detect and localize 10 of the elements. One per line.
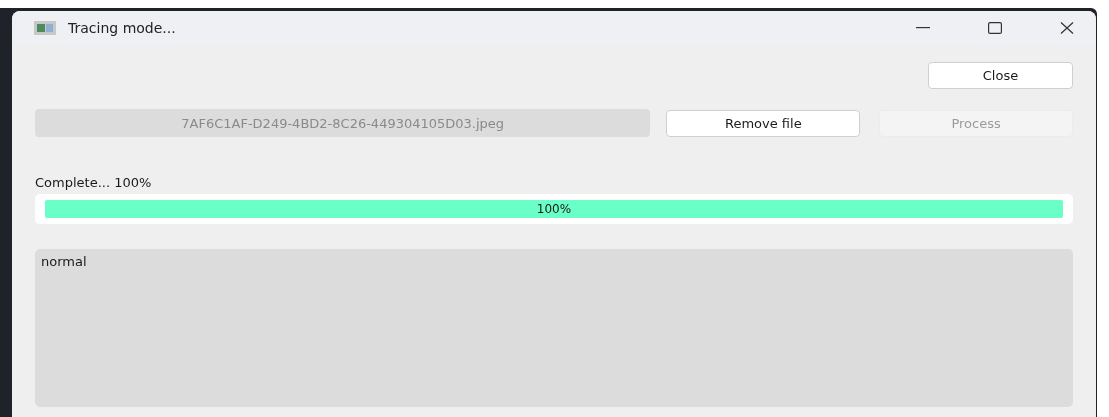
output-text: normal	[41, 254, 87, 269]
status-text: Complete... 100%	[35, 175, 152, 190]
progress-reading: 100%	[536, 202, 572, 216]
close-dialog-button[interactable]: Close	[928, 62, 1073, 89]
maximize-icon	[988, 22, 1002, 34]
app-icon	[34, 21, 56, 35]
close-icon	[1060, 22, 1074, 34]
remove-file-button[interactable]: Remove file	[666, 109, 861, 137]
window-title: Tracing mode...	[68, 20, 176, 36]
minimize-icon	[916, 27, 930, 29]
